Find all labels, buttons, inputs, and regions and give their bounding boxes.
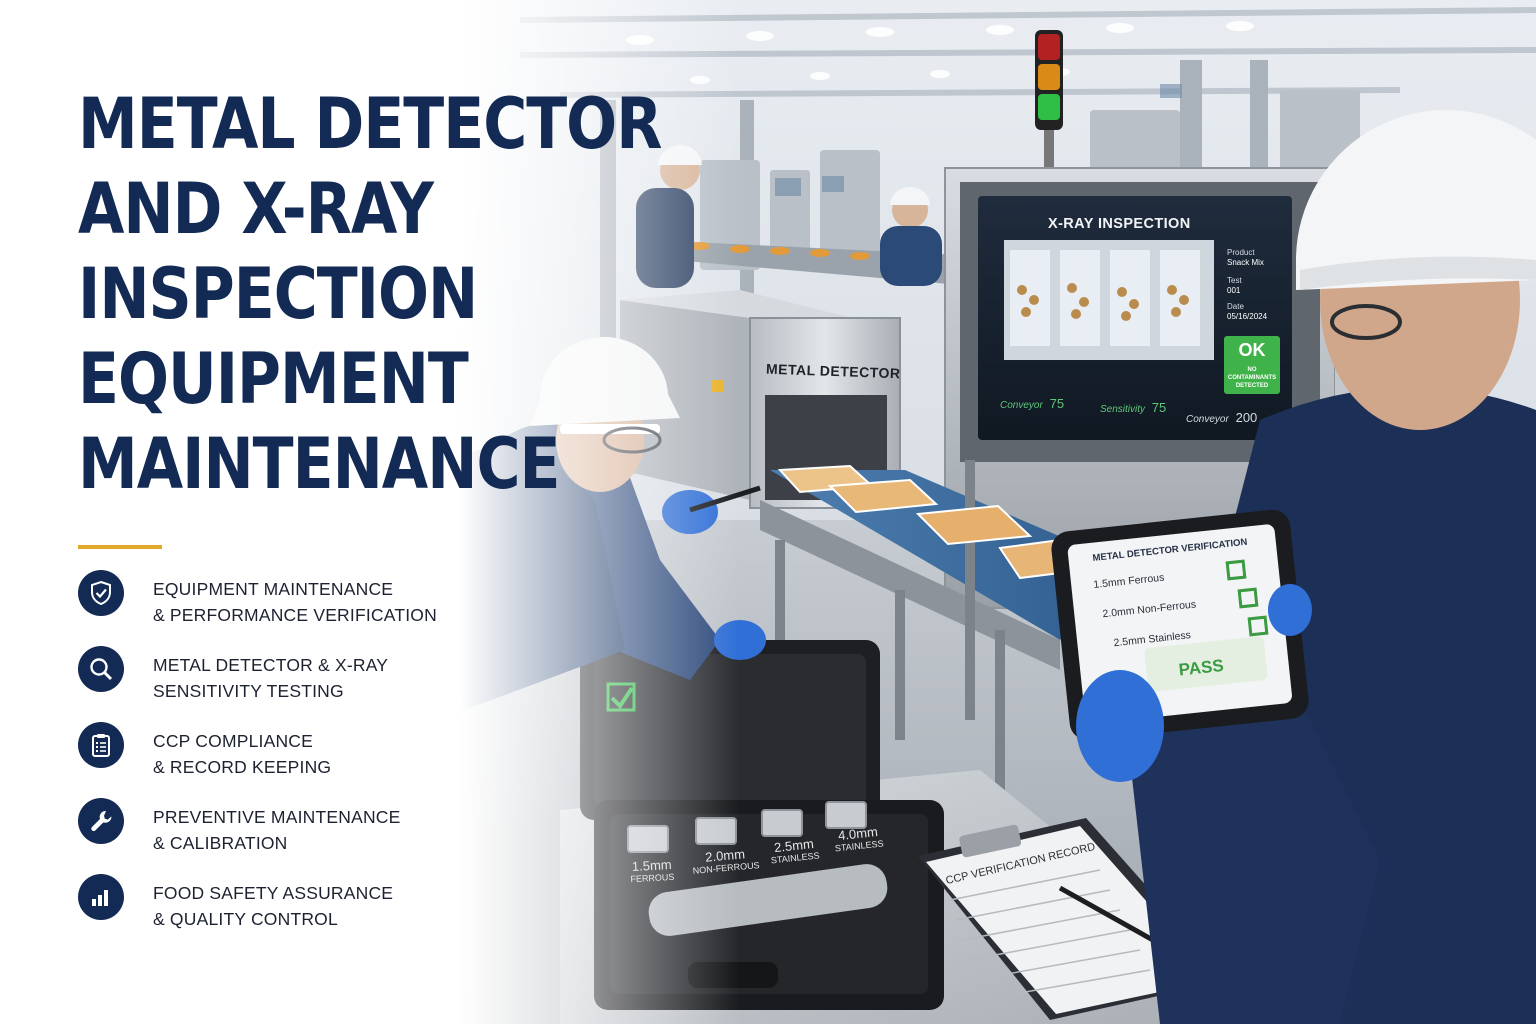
test-piece-3-label: 2.5mm STAINLESS [769,836,820,865]
clipboard-checklist-icon [78,722,124,768]
page-title-line-5: MAINTENANCE [78,423,560,506]
feature-text: PREVENTIVE MAINTENANCE & CALIBRATION [153,804,401,856]
xray-status-ok: OK [1238,340,1266,360]
tablet-result: PASS [1177,655,1225,680]
shield-check-icon [78,570,124,616]
info-panel: METAL DETECTOR AND X-RAY INSPECTION EQUI… [0,0,662,1024]
xray-test-label: Test [1227,276,1242,285]
feature-text: EQUIPMENT MAINTENANCE & PERFORMANCE VERI… [153,576,437,628]
xray-product-label: Product [1227,248,1255,257]
feature-line-2: & PERFORMANCE VERIFICATION [153,605,437,625]
tablet-item-3: 2.5mm Stainless [1113,629,1192,650]
page-title-line-2: AND X-RAY [78,168,434,251]
feature-line-1: EQUIPMENT MAINTENANCE [153,579,394,599]
feature-line-1: FOOD SAFETY ASSURANCE [153,883,394,903]
xray-readout-2-value: 75 [1151,400,1167,415]
feature-line-1: PREVENTIVE MAINTENANCE [153,807,401,827]
page-title-line-3: INSPECTION [78,253,478,336]
xray-date-label: Date [1227,302,1244,311]
xray-readout-2: Sensitivity 75 [1100,400,1166,415]
xray-readout-1: Conveyor 75 [1000,396,1064,411]
tablet-screen: METAL DETECTOR VERIFICATION 1.5mm Ferrou… [1073,526,1290,722]
wrench-icon [78,798,124,844]
feature-item: CCP COMPLIANCE & RECORD KEEPING [78,722,498,782]
xray-readout-3: Conveyor 200 [1186,410,1257,425]
feature-text: CCP COMPLIANCE & RECORD KEEPING [153,728,331,780]
feature-text: METAL DETECTOR & X-RAY SENSITIVITY TESTI… [153,652,388,704]
feature-line-1: CCP COMPLIANCE [153,731,314,751]
feature-item: FOOD SAFETY ASSURANCE & QUALITY CONTROL [78,874,498,934]
feature-line-2: & QUALITY CONTROL [153,909,338,929]
feature-item: METAL DETECTOR & X-RAY SENSITIVITY TESTI… [78,646,498,706]
page-title-line-4: EQUIPMENT [78,338,469,421]
tablet-item-1: 1.5mm Ferrous [1092,571,1165,592]
xray-date-value: 05/16/2024 [1227,312,1268,321]
xray-product-value: Snack Mix [1227,258,1264,267]
feature-item: EQUIPMENT MAINTENANCE & PERFORMANCE VERI… [78,570,498,630]
xray-screen: X-RAY INSPECTION Product Snack Mix Test … [978,196,1292,440]
feature-text: FOOD SAFETY ASSURANCE & QUALITY CONTROL [153,880,393,932]
bar-chart-icon [78,874,124,920]
feature-line-2: & RECORD KEEPING [153,757,332,777]
xray-status-detail: NO CONTAMINANTS DETECTED [1227,367,1277,389]
xray-readout-3-value: 200 [1235,410,1258,425]
xray-readout-2-label: Sensitivity [1100,404,1146,415]
xray-test-value: 001 [1227,286,1241,295]
feature-line-2: SENSITIVITY TESTING [153,681,344,701]
page-title-line-1: METAL DETECTOR [78,83,662,166]
feature-item: PREVENTIVE MAINTENANCE & CALIBRATION [78,798,498,858]
page-title: METAL DETECTOR AND X-RAY INSPECTION EQUI… [78,82,662,507]
test-piece-4-label: 4.0mm STAINLESS [833,824,884,853]
accent-divider [78,545,162,549]
xray-readout-3-label: Conveyor [1186,414,1229,425]
feature-line-2: & CALIBRATION [153,833,288,853]
xray-readout-1-label: Conveyor [1000,400,1043,411]
xray-screen-title: X-RAY INSPECTION [1048,216,1191,232]
magnifier-icon [78,646,124,692]
feature-line-1: METAL DETECTOR & X-RAY [153,655,389,675]
tablet-item-2: 2.0mm Non-Ferrous [1101,598,1197,621]
xray-readout-1-value: 75 [1049,396,1065,411]
